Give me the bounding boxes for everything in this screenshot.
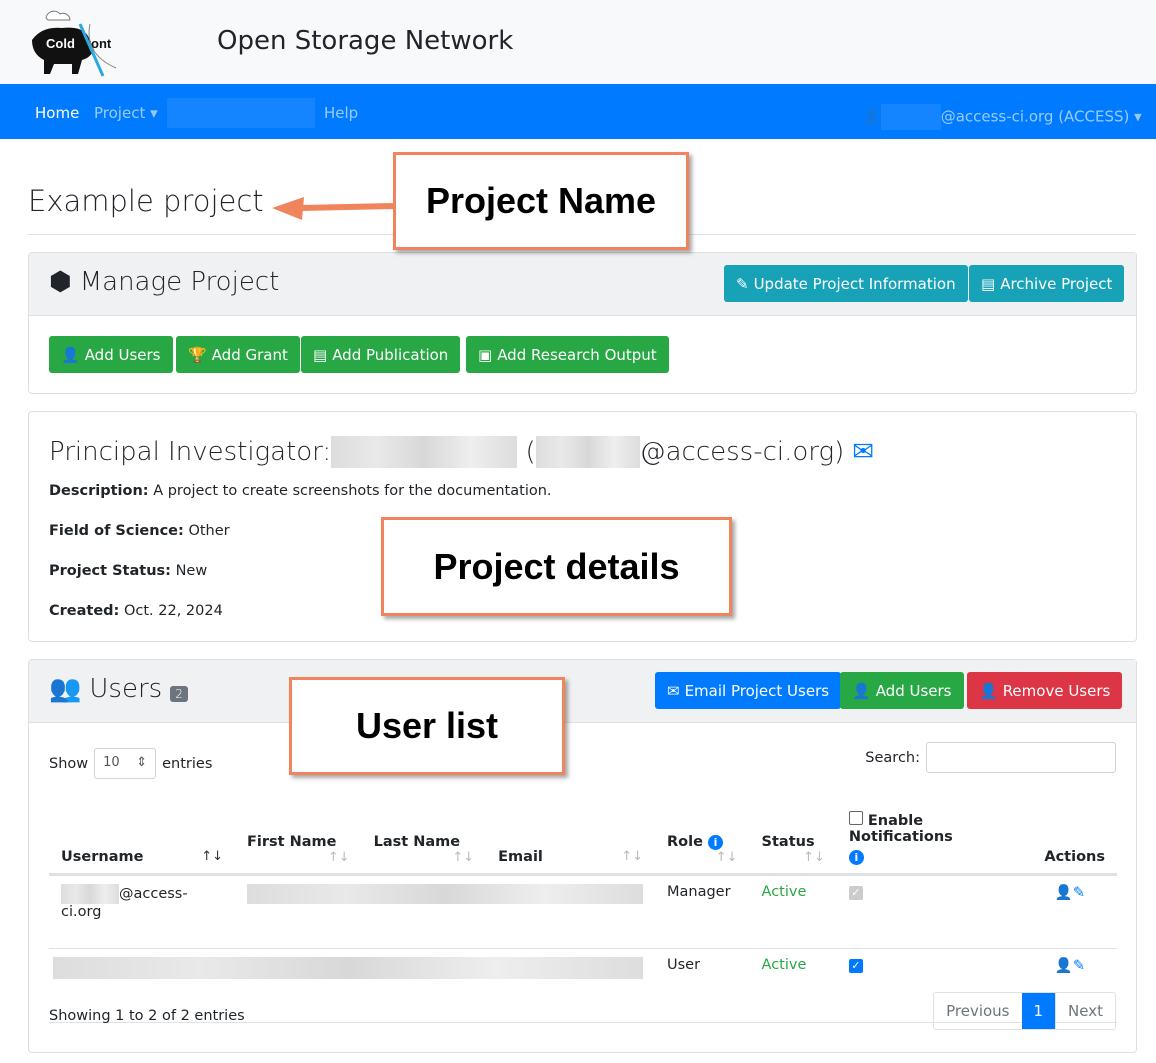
newspaper-icon: ▤ [313, 345, 328, 364]
callout-arrow [272, 197, 396, 220]
site-title: Open Storage Network [217, 26, 514, 56]
col-status[interactable]: Status ↑↓ [749, 800, 837, 876]
col-last-name[interactable]: Last Name ↑↓ [361, 800, 487, 876]
page-1-button[interactable]: 1 [1021, 993, 1056, 1029]
previous-button[interactable]: Previous [934, 993, 1021, 1029]
created-date: Created: Oct. 22, 2024 [49, 603, 223, 619]
description-field: Description: A project to create screens… [49, 483, 552, 499]
add-grant-button[interactable]: 🏆 Add Grant [176, 336, 300, 373]
user-count-badge: 2 [170, 686, 188, 702]
pagination: Previous 1 Next [933, 992, 1116, 1030]
callout-project-name: Project Name [393, 152, 689, 250]
callout-project-details: Project details [381, 517, 732, 616]
users-icon: 👥 [49, 674, 82, 704]
col-actions: Actions [1032, 800, 1117, 876]
coldfront-logo[interactable]: Cold Front [28, 6, 118, 78]
add-publication-button[interactable]: ▤ Add Publication [301, 336, 461, 373]
user-plus-icon: 👤 [852, 681, 871, 700]
user-times-icon: 👤 [979, 681, 998, 700]
nav-project-dropdown[interactable]: Project ▾ [94, 104, 158, 122]
table-row: @access-ci.org Manager Active ✓ 👤✎ [49, 874, 1117, 949]
page-size-control: Show 10 ⇕ entries [49, 748, 212, 779]
update-project-button[interactable]: ✎ Update Project Information [724, 265, 968, 302]
trophy-icon: 🏆 [188, 345, 207, 364]
envelope-icon: ✉ [667, 681, 680, 700]
nav-help[interactable]: Help [324, 104, 358, 122]
col-notifications: Enable Notifications i [836, 800, 1033, 876]
col-username[interactable]: Username ↑↓ [49, 800, 235, 876]
pi-line: Principal Investigator: (@access-ci.org)… [49, 436, 875, 468]
file-archive-icon: ▤ [981, 274, 996, 293]
field-of-science: Field of Science: Other [49, 523, 230, 539]
email-users-button[interactable]: ✉ Email Project Users [655, 672, 842, 709]
users-card: 👥 Users 2 ✉ Email Project Users 👤 Add Users … [28, 659, 1137, 1053]
user-edit-icon[interactable]: 👤✎ [1055, 885, 1085, 901]
info-icon: i [708, 834, 723, 850]
info-icon: i [848, 849, 864, 865]
users-title: Users [89, 674, 163, 704]
col-email[interactable]: Email ↑↓ [486, 800, 655, 876]
user-icon: 👤 [862, 107, 881, 126]
top-header: Cold Front Open Storage Network [0, 0, 1156, 84]
nav-redacted-item[interactable] [167, 98, 315, 128]
col-first-name[interactable]: First Name ↑↓ [235, 800, 362, 876]
add-research-output-button[interactable]: ▣ Add Research Output [466, 336, 669, 373]
svg-text:Front: Front [78, 36, 112, 51]
user-edit-icon[interactable]: 👤✎ [1055, 958, 1085, 974]
nav-user-dropdown[interactable]: 👤 @access-ci.org (ACCESS) ▾ [862, 104, 1142, 130]
edit-icon: ✎ [736, 274, 749, 293]
add-users-button[interactable]: 👤 Add Users [49, 336, 173, 373]
add-users-button-2[interactable]: 👤 Add Users [840, 672, 964, 709]
enable-all-checkbox[interactable] [848, 810, 863, 825]
manage-project-card: ⬢ Manage Project ✎ Update Project Informat… [28, 252, 1137, 394]
search-input[interactable] [926, 742, 1116, 773]
page-title: Example project [28, 184, 264, 218]
archive-project-button[interactable]: ▤ Archive Project [969, 265, 1125, 302]
svg-text:Cold: Cold [46, 36, 75, 51]
project-status: Project Status: New [49, 563, 208, 579]
navbar: Home Project ▾ Help 👤 @access-ci.org (ACC… [0, 84, 1156, 139]
next-button[interactable]: Next [1055, 993, 1115, 1029]
user-plus-icon: 👤 [61, 345, 80, 364]
notify-checkbox: ✓ [848, 885, 863, 900]
page-size-select[interactable]: 10 ⇕ [94, 748, 157, 779]
callout-user-list: User list [289, 677, 565, 775]
notify-checkbox[interactable]: ✓ [848, 958, 863, 973]
envelope-icon[interactable]: ✉ [852, 437, 874, 467]
table-info: Showing 1 to 2 of 2 entries [49, 1008, 245, 1024]
users-table: Username ↑↓ First Name ↑↓ Last Name ↑↓ Emai… [49, 800, 1117, 1023]
nav-home[interactable]: Home [35, 104, 79, 122]
cubes-icon: ⬢ [49, 267, 72, 297]
manage-title: Manage Project [79, 267, 280, 297]
remove-users-button[interactable]: 👤 Remove Users [967, 672, 1123, 709]
newspaper-icon: ▣ [478, 345, 493, 364]
col-role[interactable]: Role i ↑↓ [655, 800, 750, 876]
